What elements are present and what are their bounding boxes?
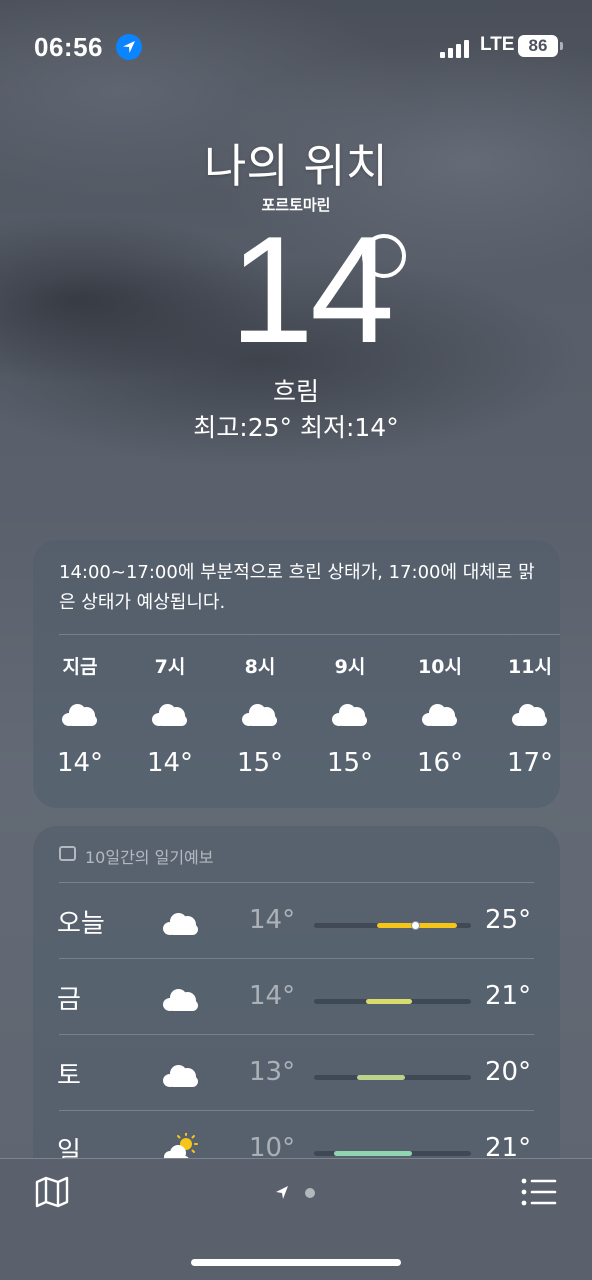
cloud-icon	[161, 911, 201, 937]
day-name: 토	[57, 1061, 81, 1091]
cloud-icon	[161, 1063, 201, 1089]
cloud-icon	[150, 702, 190, 728]
hour-temperature: 15°	[326, 748, 374, 778]
status-bar: 06:56 LTE 86	[0, 30, 592, 66]
hour-label: 지금	[62, 656, 98, 678]
high-low-temperature: 최고:25° 최저:14°	[193, 413, 399, 442]
card-divider	[59, 634, 560, 635]
location-services-icon	[116, 34, 142, 60]
forecast-summary: 14:00~17:00에 부분적으로 흐린 상태가, 17:00에 대체로 맑은…	[59, 562, 535, 613]
hour-temperature: 17°	[506, 748, 554, 778]
calendar-icon	[59, 846, 76, 861]
home-indicator[interactable]	[191, 1259, 401, 1266]
page-indicator[interactable]	[272, 1183, 322, 1203]
hourly-forecast-card[interactable]: 14:00~17:00에 부분적으로 흐린 상태가, 17:00에 대체로 맑은…	[33, 540, 560, 808]
map-icon[interactable]	[34, 1175, 70, 1209]
day-name: 금	[57, 985, 81, 1015]
battery-tip-icon	[560, 42, 563, 50]
cloud-icon	[60, 702, 100, 728]
hour-label: 7시	[154, 656, 186, 678]
network-type: LTE	[480, 34, 515, 55]
hour-temperature: 15°	[236, 748, 284, 778]
ten-day-header: 10일간의 일기예보	[85, 848, 214, 867]
hour-temperature: 16°	[416, 748, 464, 778]
temperature-range-fill	[334, 1151, 413, 1156]
hour-temperature: 14°	[146, 748, 194, 778]
current-temperature-dot	[411, 921, 420, 930]
current-condition: 흐림	[272, 377, 319, 406]
cloud-icon	[420, 702, 460, 728]
hourly-item: 9시 15°	[310, 654, 390, 778]
status-time: 06:56	[34, 32, 103, 62]
temperature-range-fill	[365, 999, 413, 1004]
hourly-item: 8시 15°	[220, 654, 300, 778]
day-low-temp: 14°	[249, 981, 296, 1011]
hourly-item: 11시 17°	[490, 654, 570, 778]
day-high-temp: 20°	[485, 1057, 532, 1087]
hour-label: 9시	[334, 656, 366, 678]
cloud-icon	[240, 702, 280, 728]
ten-day-forecast-card[interactable]: 10일간의 일기예보 오늘 14° 25° 금 14° 21° 토 13° 20…	[33, 826, 560, 1186]
temperature-range-bar	[314, 1075, 471, 1080]
cloud-icon	[330, 702, 370, 728]
temperature-range-bar	[314, 921, 471, 930]
hour-label: 11시	[508, 656, 552, 678]
battery-indicator: 86	[518, 35, 558, 57]
list-icon[interactable]	[520, 1177, 558, 1207]
temperature-range-bar	[314, 1151, 471, 1156]
cellular-signal-icon	[440, 38, 472, 58]
day-high-temp: 25°	[485, 905, 532, 935]
day-row[interactable]: 오늘 14° 25°	[33, 883, 560, 958]
day-low-temp: 14°	[249, 905, 296, 935]
temperature-range-bar	[314, 999, 471, 1004]
day-low-temp: 13°	[249, 1057, 296, 1087]
degree-symbol-icon	[362, 234, 406, 278]
hour-label: 8시	[244, 656, 276, 678]
bottom-toolbar	[0, 1158, 592, 1280]
temperature-range-fill	[357, 1075, 405, 1080]
hourly-item: 지금 14°	[40, 654, 120, 778]
location-title: 나의 위치	[204, 139, 388, 193]
day-high-temp: 21°	[485, 981, 532, 1011]
cloud-icon	[161, 987, 201, 1013]
hourly-item: 7시 14°	[130, 654, 210, 778]
hour-label: 10시	[418, 656, 462, 678]
day-name: 오늘	[57, 909, 105, 939]
day-row[interactable]: 금 14° 21°	[33, 959, 560, 1034]
day-row[interactable]: 토 13° 20°	[33, 1035, 560, 1110]
cloud-icon	[510, 702, 550, 728]
hourly-item: 10시 16°	[400, 654, 480, 778]
hour-temperature: 14°	[56, 748, 104, 778]
